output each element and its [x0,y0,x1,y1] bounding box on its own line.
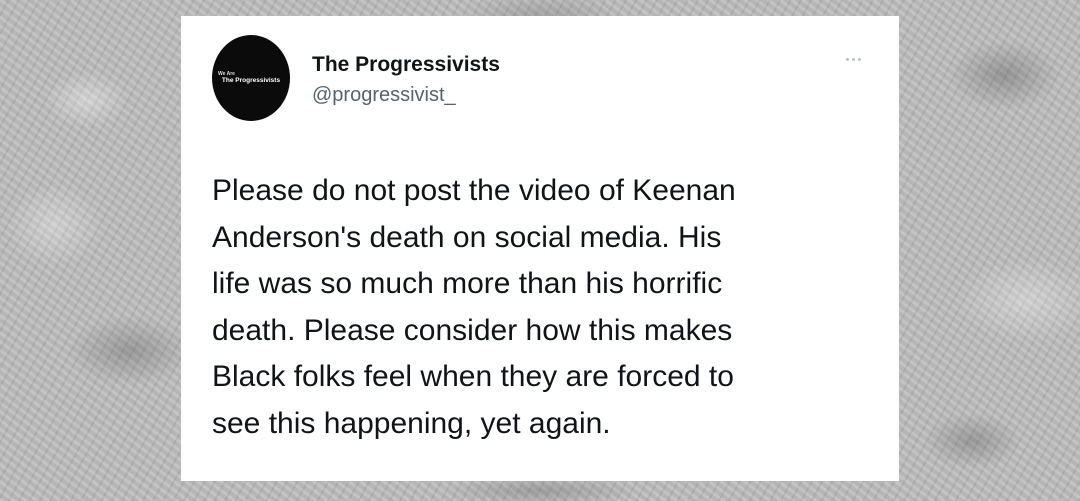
tweet-line: Anderson's death on social media. His [212,220,722,254]
avatar[interactable]: We Are The Progressivists [212,35,290,121]
tweet-line: Black folks feel when they are forced to [212,360,734,393]
more-dot [846,58,849,61]
more-dot [858,58,861,61]
tweet-line: see this happening, yet again. [212,406,611,440]
tweet-line: life was so much more than his horrific [212,267,723,300]
user-handle[interactable]: @progressivist_ [312,84,456,107]
more-options-icon[interactable] [842,54,865,65]
tweet-body: Please do not post the video of Keenan A… [212,168,882,447]
avatar-logo-text: The Progressivists [221,77,281,84]
more-dot [852,58,855,61]
tweet-line: death. Please consider how this makes [212,313,733,347]
display-name[interactable]: The Progressivists [312,53,500,77]
tweet-card: We Are The Progressivists The Progressiv… [181,16,899,481]
tweet-line: Please do not post the video of Keenan [212,174,736,207]
